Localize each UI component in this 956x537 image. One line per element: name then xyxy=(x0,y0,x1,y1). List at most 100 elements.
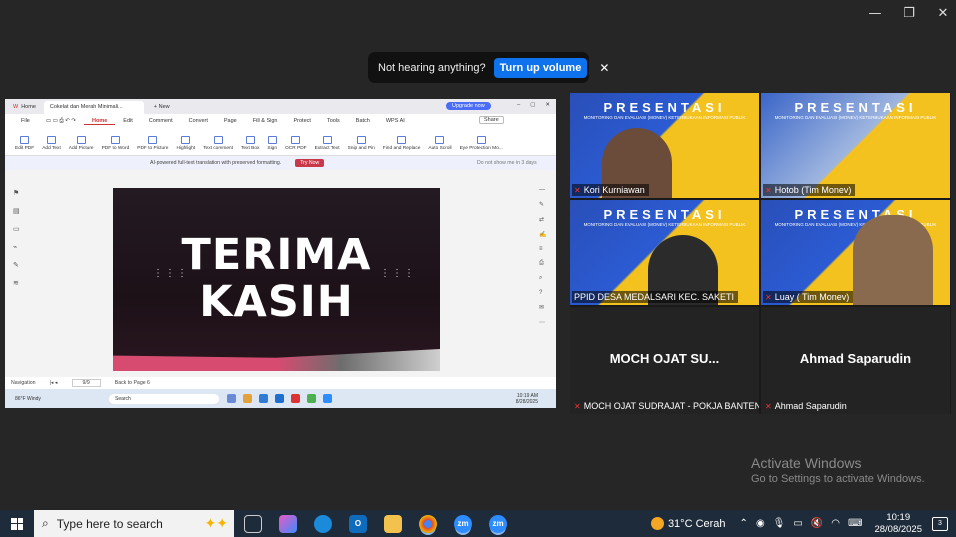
explorer-icon xyxy=(227,394,236,403)
zoom-icon[interactable]: ⌕ xyxy=(539,275,546,282)
toolbar-icons[interactable]: ▭ ▭ ⎙ ↶ ↷ xyxy=(38,118,84,125)
word-icon xyxy=(275,394,284,403)
weather-widget[interactable]: 31°C Cerah xyxy=(650,517,726,530)
thumbnails-icon[interactable]: ▤ xyxy=(13,207,20,215)
tool-highlight[interactable]: Highlight xyxy=(172,136,199,151)
participant-tile[interactable]: Ahmad Saparudin ✕ Ahmad Saparudin xyxy=(761,307,950,414)
tool-text-box[interactable]: Text Box xyxy=(237,136,263,151)
tab-new[interactable]: + New xyxy=(144,104,180,110)
tool-add-text[interactable]: Add Text xyxy=(38,136,65,151)
zoom-meeting-icon[interactable]: zm xyxy=(489,514,507,533)
taskbar-clock[interactable]: 10:19 28/08/2025 xyxy=(874,512,922,536)
menu-tools[interactable]: Tools xyxy=(319,118,348,124)
edge-icon[interactable] xyxy=(314,514,332,533)
microphone-icon[interactable]: 🎙 xyxy=(773,518,786,529)
help-icon[interactable]: ? xyxy=(539,290,546,296)
battery-icon[interactable]: ▭ xyxy=(793,518,802,529)
tool-pdf-to-word[interactable]: PDF to Word xyxy=(98,136,134,151)
close-icon[interactable]: ✕ xyxy=(545,102,550,108)
tool-extract-text[interactable]: Extract Text xyxy=(311,136,344,151)
chevron-up-icon[interactable]: ⌃ xyxy=(740,518,748,529)
task-view-icon[interactable] xyxy=(244,514,262,533)
layers-icon[interactable]: ≋ xyxy=(13,279,20,287)
turn-up-volume-button[interactable]: Turn up volume xyxy=(493,57,588,78)
minimize-icon[interactable]: – xyxy=(517,102,520,108)
language-icon[interactable]: ⌨ xyxy=(848,518,862,529)
upgrade-button[interactable]: Upgrade now xyxy=(446,102,491,110)
menu-protect[interactable]: Protect xyxy=(286,118,319,124)
back-to-page[interactable]: Back to Page 6 xyxy=(115,380,150,386)
tab-document[interactable]: Cokelat dan Merah Minimali... xyxy=(43,101,144,114)
participant-tile[interactable]: PRESENTASI MONITORING DAN EVALUASI (MONE… xyxy=(761,93,950,198)
menu-convert[interactable]: Convert xyxy=(181,118,216,124)
bookmark-icon[interactable]: ⚑ xyxy=(13,189,20,197)
copilot-icon[interactable] xyxy=(279,514,297,533)
tool-sign[interactable]: Sign xyxy=(263,136,281,151)
search-icon: ⌕ xyxy=(42,516,49,530)
share-button[interactable]: Share xyxy=(479,116,504,124)
meet-icon[interactable]: ◉ xyxy=(756,518,765,529)
mic-muted-icon: ✕ xyxy=(765,186,772,195)
participant-tile[interactable]: MOCH OJAT SU... ✕ MOCH OJAT SUDRAJAT - PO… xyxy=(570,307,759,414)
restore-icon[interactable]: ▢ xyxy=(530,102,535,108)
minimize-button[interactable]: — xyxy=(868,6,882,21)
navigation-toggle[interactable]: Navigation xyxy=(11,380,36,386)
fill-icon[interactable]: ✍ xyxy=(539,231,546,238)
tool-text-comment[interactable]: Text comment xyxy=(199,136,237,151)
convert-icon[interactable]: ⇄ xyxy=(539,216,546,223)
notification-center-icon[interactable]: 3 xyxy=(932,516,948,531)
print-icon[interactable]: ⎙ xyxy=(539,260,546,267)
file-explorer-icon[interactable] xyxy=(384,514,402,533)
participant-tile-active-speaker[interactable]: PRESENTASI MONITORING DAN EVALUASI (MONE… xyxy=(570,200,759,305)
wifi-icon[interactable]: ◠ xyxy=(831,518,840,529)
tray-icons: ⌃ ◉ 🎙 ▭ 🔇 ◠ ⌨ xyxy=(740,518,863,529)
restore-button[interactable]: ❐ xyxy=(902,6,916,21)
signature-icon[interactable]: ✎ xyxy=(13,261,20,269)
menu-file[interactable]: File xyxy=(13,118,38,124)
tool-ocr-pdf[interactable]: OCR PDF xyxy=(281,136,311,151)
comment-icon[interactable]: ▭ xyxy=(13,225,20,233)
outlook-icon[interactable]: O xyxy=(349,514,367,533)
tool-snip-pin[interactable]: Snip and Pin xyxy=(344,136,379,151)
highlight-icon xyxy=(181,136,191,144)
chrome-icon[interactable] xyxy=(419,514,437,533)
start-button[interactable] xyxy=(0,517,34,530)
try-now-button[interactable]: Try Now xyxy=(295,159,325,167)
wps-icon xyxy=(291,394,300,403)
menu-wps-ai[interactable]: WPS AI xyxy=(378,118,413,124)
menu-batch[interactable]: Batch xyxy=(348,118,378,124)
zoom-icon[interactable]: zm xyxy=(454,514,472,533)
participant-tile[interactable]: PRESENTASI MONITORING DAN EVALUASI (MONE… xyxy=(570,93,759,198)
sign-icon xyxy=(267,136,277,144)
tile-slide-subtitle: MONITORING DAN EVALUASI (MONEV) KETERBUK… xyxy=(583,222,746,227)
folder-icon xyxy=(243,394,252,403)
collapse-icon[interactable]: — xyxy=(539,187,546,193)
menu-fill-sign[interactable]: Fill & Sign xyxy=(245,118,286,124)
list-icon[interactable]: ≡ xyxy=(539,246,546,252)
edit-icon[interactable]: ✎ xyxy=(539,201,546,208)
tool-eye-protection[interactable]: Eye Protection Mo... xyxy=(456,136,507,151)
mail-icon[interactable]: ✉ xyxy=(539,304,546,311)
more-icon[interactable]: ⋯ xyxy=(539,319,546,326)
tool-edit-pdf[interactable]: Edit PDF xyxy=(11,136,38,151)
participant-tile[interactable]: PRESENTASI MONITORING DAN EVALUASI (MONE… xyxy=(761,200,950,305)
taskbar-search[interactable]: ⌕ Type here to search ✦✦ xyxy=(34,510,234,537)
dont-show-link[interactable]: Do not show me in 3 days xyxy=(477,160,537,166)
menu-home[interactable]: Home xyxy=(84,118,116,125)
tool-find-replace[interactable]: Find and Replace xyxy=(379,136,425,151)
menu-edit[interactable]: Edit xyxy=(115,118,140,124)
menu-page[interactable]: Page xyxy=(216,118,245,124)
volume-muted-icon[interactable]: 🔇 xyxy=(811,518,823,529)
tool-auto-scroll[interactable]: Auto Scroll xyxy=(424,136,455,151)
attachment-icon[interactable]: ⌁ xyxy=(13,243,20,251)
tile-slide-title: PRESENTASI xyxy=(603,207,726,222)
page-indicator[interactable]: 9/9 xyxy=(71,379,101,387)
tool-pdf-to-picture[interactable]: PDF to Picture xyxy=(133,136,172,151)
tool-add-picture[interactable]: Add Picture xyxy=(65,136,98,151)
prev-page-icon[interactable]: |◂ ◂ xyxy=(50,380,58,386)
edge-icon xyxy=(259,394,268,403)
tab-home[interactable]: W Home xyxy=(5,104,44,110)
close-button[interactable]: ✕ xyxy=(936,6,950,21)
menu-comment[interactable]: Comment xyxy=(141,118,181,124)
close-icon[interactable]: ✕ xyxy=(599,61,609,75)
